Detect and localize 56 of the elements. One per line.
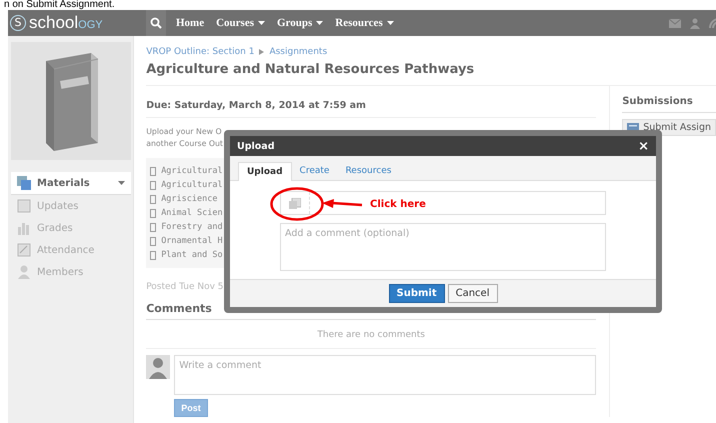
separator-icon xyxy=(259,49,264,55)
square-icon xyxy=(17,199,31,213)
checkbox-icon xyxy=(150,180,156,190)
list-item: Animal Scien xyxy=(161,207,223,220)
dialog-tab[interactable]: Upload xyxy=(238,162,292,181)
list-item: Agriscience xyxy=(161,193,218,206)
checklist-icon xyxy=(17,243,31,257)
logo-mark: S xyxy=(10,15,26,31)
checkbox-icon xyxy=(150,222,156,232)
close-button[interactable]: × xyxy=(638,138,649,154)
people-icon xyxy=(689,18,701,28)
due-date: Due: Saturday, March 8, 2014 at 7:59 am xyxy=(146,100,596,118)
cancel-button[interactable]: Cancel xyxy=(448,284,498,303)
checkbox-icon xyxy=(150,236,156,246)
highlight-circle xyxy=(270,187,324,221)
attach-icon xyxy=(289,198,301,208)
page-title: Agriculture and Natural Resources Pathways xyxy=(146,62,476,79)
dialog-tab[interactable]: Create xyxy=(292,162,338,180)
list-item: Forestry and xyxy=(161,221,223,234)
mail-icon xyxy=(669,18,681,28)
empty-comments-text: There are no comments xyxy=(146,320,596,349)
list-item: Agricultural xyxy=(161,179,223,192)
caption-text: n on Submit Assignment. xyxy=(3,0,116,10)
arrow-icon xyxy=(322,199,362,209)
checkbox-icon xyxy=(150,194,156,204)
bar-chart-icon xyxy=(17,221,31,235)
submissions-heading: Submissions xyxy=(622,96,716,113)
breadcrumb-link[interactable]: VROP Outline: Section 1 xyxy=(146,47,254,57)
pages-icon xyxy=(17,176,31,190)
comment-field[interactable]: Add a comment (optional) xyxy=(280,223,606,271)
nav-link[interactable]: Courses xyxy=(216,17,265,29)
posted-date: Posted Tue Nov 5 xyxy=(146,282,224,292)
file-upload-field[interactable] xyxy=(280,191,606,215)
signal-icon xyxy=(709,18,716,28)
submit-button[interactable]: Submit xyxy=(388,284,445,303)
list-item: Agricultural xyxy=(161,165,223,178)
nav-link[interactable]: Home xyxy=(176,17,204,29)
nav-link[interactable]: Groups xyxy=(277,17,324,29)
comment-field[interactable]: Write a comment xyxy=(174,355,596,395)
person-icon xyxy=(17,265,31,279)
checkbox-icon xyxy=(150,250,156,260)
checkbox-icon xyxy=(150,166,156,176)
sidebar-item[interactable]: Materials xyxy=(11,172,132,195)
caret-icon xyxy=(118,181,126,185)
search-button[interactable] xyxy=(146,10,166,36)
nav-link[interactable]: Resources xyxy=(335,17,394,29)
annotation-text: Click here xyxy=(370,198,426,210)
list-item: Ornamental H xyxy=(161,235,223,248)
dialog-tab[interactable]: Resources xyxy=(337,162,400,180)
avatar-icon xyxy=(146,355,170,379)
checkbox-icon xyxy=(150,208,156,218)
logo-text: schoolOGY xyxy=(29,13,103,33)
list-item: Plant and So xyxy=(161,249,223,262)
search-icon xyxy=(150,17,162,29)
dialog-title: Upload xyxy=(237,140,275,152)
breadcrumb-link[interactable]: Assignments xyxy=(269,47,328,57)
